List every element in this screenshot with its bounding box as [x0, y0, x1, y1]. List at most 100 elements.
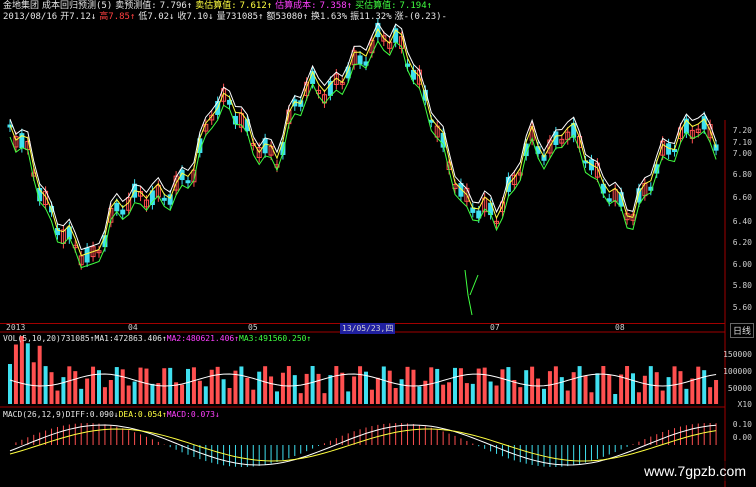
- candle: [713, 144, 719, 151]
- macd-tick: 0.00: [732, 433, 752, 442]
- volume-bar: [369, 389, 374, 404]
- volume-bar: [714, 379, 719, 404]
- price-tick: 5.80: [732, 281, 752, 290]
- volume-bar: [79, 388, 84, 404]
- moving-average-line: [9, 21, 717, 251]
- price-tick: 5.60: [732, 303, 752, 312]
- date-label: 08: [615, 323, 625, 332]
- price-tick: 6.00: [732, 260, 752, 269]
- volume-bar: [114, 367, 119, 404]
- volume-bar: [25, 343, 30, 404]
- period-button[interactable]: 日线: [729, 323, 754, 338]
- volume-bar: [138, 367, 143, 404]
- volume-indicator: MA1:472863.406↑: [94, 334, 167, 343]
- volume-bar: [257, 371, 262, 404]
- volume-indicator: MA2:480621.406↑: [166, 334, 240, 343]
- volume-bar: [708, 387, 713, 404]
- volume-bar: [316, 373, 321, 404]
- date-label: 07: [490, 323, 500, 332]
- volume-bar: [595, 373, 600, 404]
- volume-bar: [589, 392, 594, 404]
- volume-bar: [458, 368, 463, 404]
- volume-bar: [61, 377, 66, 404]
- volume-bar: [304, 373, 309, 404]
- price-tick: 7.10: [732, 138, 752, 147]
- macd-indicator: MACD:0.073↓: [166, 410, 220, 419]
- volume-bar: [393, 388, 398, 404]
- candle: [161, 197, 167, 201]
- volume-bar: [625, 366, 630, 404]
- volume-tick: 100000: [723, 367, 752, 376]
- volume-bar: [660, 390, 665, 404]
- volume-bar: [553, 366, 558, 404]
- volume-bar: [286, 366, 291, 404]
- candle: [120, 209, 126, 215]
- volume-bar: [601, 366, 606, 404]
- volume-bar: [583, 375, 588, 404]
- volume-bar: [547, 371, 552, 404]
- volume-bar: [631, 373, 635, 404]
- volume-bar: [180, 384, 185, 404]
- date-label: 2013: [6, 323, 26, 332]
- volume-bar: [310, 366, 315, 404]
- volume-tick: 50000: [727, 384, 752, 393]
- forecast-mark: [464, 269, 479, 316]
- volume-bar: [126, 385, 131, 404]
- macd-tick: 0.10: [732, 420, 752, 429]
- volume-bar: [191, 367, 196, 404]
- volume-bar: [441, 384, 446, 404]
- volume-bar: [702, 370, 707, 404]
- volume-bar: [494, 385, 499, 404]
- volume-bar: [73, 371, 78, 404]
- macd-dea-line: [9, 428, 717, 462]
- volume-bar: [150, 383, 155, 404]
- volume-bar: [536, 378, 541, 404]
- volume-header: VOL(5,10,20)731085↑MA1:472863.406↑MA2:48…: [3, 334, 311, 343]
- date-axis: 2013 04 05 13/05/23,四 07 08: [0, 323, 725, 334]
- moving-average-line: [9, 27, 717, 257]
- volume-bar: [411, 369, 416, 404]
- volume-bar: [642, 375, 647, 404]
- volume-bar: [97, 370, 101, 404]
- volume-bar: [263, 366, 268, 404]
- volume-bar: [375, 377, 380, 404]
- volume-bar: [37, 345, 42, 404]
- volume-bar: [364, 371, 368, 404]
- volume-bar: [144, 368, 149, 404]
- date-label: 04: [128, 323, 138, 332]
- watermark: www.7gpzb.com: [640, 461, 750, 481]
- price-tick: 7.20: [732, 126, 752, 135]
- volume-bar: [666, 377, 671, 404]
- macd-header: MACD(26,12,9)DIFF:0.090↓DEA:0.054↑MACD:0…: [3, 410, 220, 419]
- volume-bar: [132, 381, 137, 404]
- volume-bar: [613, 393, 618, 404]
- candle: [357, 55, 363, 65]
- volume-bar: [322, 393, 327, 404]
- crosshair-date: 13/05/23,四: [340, 323, 396, 334]
- price-tick: 6.40: [732, 217, 752, 226]
- volume-indicator: 731085↑: [60, 334, 95, 343]
- volume-bar: [429, 367, 434, 404]
- volume-bar: [197, 380, 202, 404]
- volume-bar: [506, 367, 511, 404]
- moving-average-line: [9, 39, 717, 269]
- volume-bar: [512, 380, 517, 404]
- volume-bar: [488, 381, 493, 404]
- volume-bar: [55, 390, 60, 404]
- volume-bar: [577, 366, 582, 404]
- volume-bar: [352, 376, 357, 404]
- volume-bar: [298, 393, 303, 404]
- price-tick: 6.20: [732, 238, 752, 247]
- volume-bar: [565, 390, 570, 404]
- volume-bar: [67, 366, 72, 404]
- candle: [185, 180, 191, 184]
- volume-bar: [227, 388, 232, 404]
- volume-bar: [470, 383, 475, 404]
- volume-indicator: VOL(5,10,20): [3, 334, 61, 343]
- volume-bar: [209, 369, 214, 404]
- volume-bar: [346, 391, 351, 404]
- volume-bar: [417, 386, 422, 404]
- volume-tick: X10: [737, 400, 752, 409]
- candle: [476, 210, 482, 219]
- candle: [84, 247, 90, 263]
